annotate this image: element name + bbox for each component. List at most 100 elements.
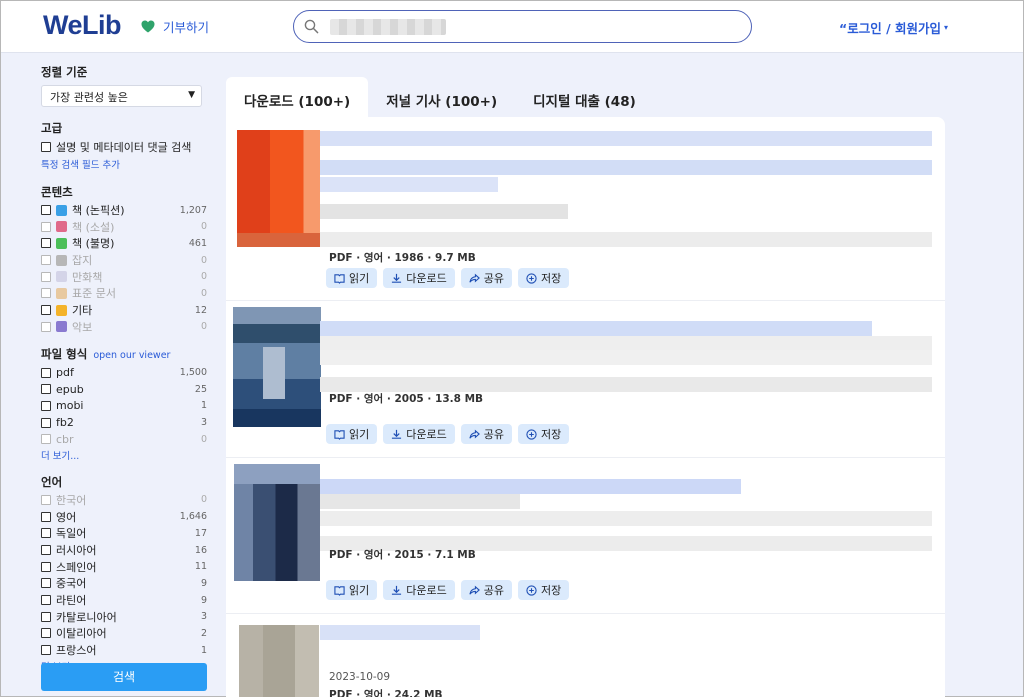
tab-journal-articles[interactable]: 저널 기사 (100+) [368,77,515,117]
sort-select[interactable]: 가장 관련성 높은 ▼ [41,85,202,107]
checkbox[interactable] [41,494,51,505]
read-label: 읽기 [349,272,370,285]
share-button[interactable]: 공유 [460,268,512,288]
filter-count: 1,207 [179,204,207,216]
filter-option[interactable]: epub 25 [41,381,209,398]
result-actions: 읽기 다운로드 공유 저장 [326,268,570,288]
save-label: 저장 [540,272,562,285]
download-button[interactable]: 다운로드 [383,268,455,288]
save-button[interactable]: 저장 [517,268,570,288]
checkbox[interactable] [41,305,51,316]
filter-option[interactable]: pdf 1,500 [41,364,209,381]
filter-option[interactable]: 독일어 17 [41,525,209,542]
format-more-link[interactable]: 더 보기... [41,448,209,462]
checkbox[interactable] [41,221,51,232]
author-redacted [320,494,520,509]
checkbox[interactable] [41,595,51,606]
checkbox[interactable] [41,384,51,395]
filter-option[interactable]: 기타 12 [41,302,209,319]
read-button[interactable]: 읽기 [326,268,378,288]
category-icon [56,287,67,299]
book-cover[interactable] [234,464,320,581]
save-button[interactable]: 저장 [517,580,570,600]
read-label: 읽기 [349,428,370,441]
checkbox[interactable] [41,367,51,378]
filter-option[interactable]: 카탈로니아어 3 [41,608,209,625]
category-icon [56,254,67,266]
filter-option[interactable]: 잡지 0 [41,252,209,269]
read-button[interactable]: 읽기 [326,424,378,444]
share-button[interactable]: 공유 [460,580,512,600]
book-cover[interactable] [239,625,319,697]
result-meta: PDF · 영어 · 2005 · 13.8 MB [329,393,484,405]
checkbox[interactable] [41,578,51,589]
divider [226,613,945,614]
filter-option[interactable]: fb2 3 [41,414,209,431]
filter-count: 11 [194,561,207,573]
publisher-redacted [320,204,568,219]
filter-label: 책 (소설) [72,220,115,234]
add-search-field-link[interactable]: 특정 검색 필드 추가 [41,157,209,171]
filter-option[interactable]: 만화책 0 [41,268,209,285]
checkbox[interactable] [41,645,51,656]
filter-option[interactable]: 라틴어 9 [41,592,209,609]
download-button[interactable]: 다운로드 [383,580,455,600]
book-cover[interactable] [237,130,320,247]
search-input[interactable] [324,15,734,37]
save-button[interactable]: 저장 [517,424,570,444]
filter-label: 독일어 [56,527,87,541]
filter-option[interactable]: 책 (논픽션) 1,207 [41,202,209,219]
logo[interactable]: WeLib [43,10,122,41]
filter-option[interactable]: 표준 문서 0 [41,285,209,302]
search-descriptions-checkbox[interactable]: 설명 및 메타데이터 댓글 검색 [41,139,209,156]
author-redacted [320,336,932,351]
share-button[interactable]: 공유 [460,424,512,444]
book-cover[interactable] [233,307,321,427]
filter-option[interactable]: 스페인어 11 [41,558,209,575]
filter-option[interactable]: mobi 1 [41,398,209,415]
checkbox[interactable] [41,271,51,282]
filter-option[interactable]: 책 (소설) 0 [41,218,209,235]
filter-option[interactable]: 프랑스어 1 [41,642,209,659]
checkbox[interactable] [41,611,51,622]
publisher-redacted [320,511,932,526]
share-label: 공유 [483,584,504,597]
checkbox[interactable] [41,255,51,266]
login-signup-link[interactable]: “로그인 / 회원가입 ▾ [839,18,948,37]
category-icon [56,271,67,283]
filter-option[interactable]: 책 (불명) 461 [41,235,209,252]
filter-option[interactable]: 이탈리아어 2 [41,625,209,642]
checkbox[interactable] [41,321,51,332]
open-viewer-link[interactable]: open our viewer [93,350,170,361]
filter-label: 책 (불명) [72,237,115,251]
filter-option[interactable]: 영어 1,646 [41,508,209,525]
filter-option[interactable]: 악보 0 [41,319,209,336]
filter-count: 12 [194,304,207,316]
filter-count: 1,500 [179,367,207,379]
download-button[interactable]: 다운로드 [383,424,455,444]
tab-digital-lending[interactable]: 디지털 대출 (48) [515,77,654,117]
checkbox[interactable] [41,238,51,249]
checkbox[interactable] [41,545,51,556]
donate-link[interactable]: 기부하기 [141,17,209,36]
checkbox[interactable] [41,511,51,522]
checkbox[interactable] [41,417,51,428]
checkbox[interactable] [41,400,51,411]
filter-option[interactable]: cbr 0 [41,431,209,448]
checkbox[interactable] [41,561,51,572]
filter-option[interactable]: 러시아어 16 [41,542,209,559]
checkbox[interactable] [41,142,51,153]
search-bar[interactable] [293,10,752,43]
checkbox[interactable] [41,434,51,445]
filter-label: 책 (논픽션) [72,204,125,218]
search-submit-button[interactable]: 검색 [41,663,207,691]
checkbox[interactable] [41,528,51,539]
divider [226,457,945,458]
tab-downloads[interactable]: 다운로드 (100+) [226,77,369,117]
filter-option[interactable]: 중국어 9 [41,575,209,592]
checkbox[interactable] [41,205,51,216]
filter-option[interactable]: 한국어 0 [41,492,209,509]
read-button[interactable]: 읽기 [326,580,378,600]
checkbox[interactable] [41,288,51,299]
checkbox[interactable] [41,628,51,639]
